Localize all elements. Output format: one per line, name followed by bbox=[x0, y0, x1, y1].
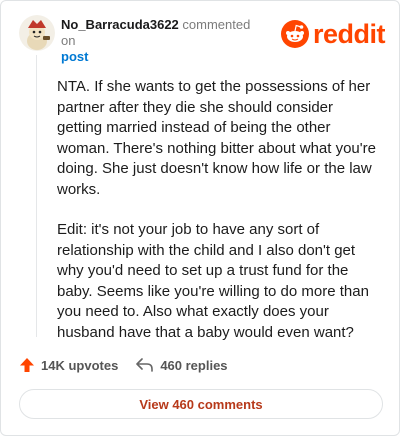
post-link[interactable]: post bbox=[61, 49, 261, 65]
comment-header: No_Barracuda3622 commented on post reddi… bbox=[19, 15, 386, 64]
comment-paragraph-2: Edit: it's not your job to have any sort… bbox=[57, 221, 369, 341]
comment-actions: 14K upvotes 460 replies bbox=[19, 355, 228, 375]
avatar[interactable] bbox=[19, 15, 55, 51]
comment-card: No_Barracuda3622 commented on post reddi… bbox=[0, 0, 400, 436]
username-link[interactable]: No_Barracuda3622 bbox=[61, 17, 179, 32]
comment-meta: No_Barracuda3622 commented on post bbox=[61, 17, 261, 65]
reply-count: 460 replies bbox=[160, 357, 228, 373]
reddit-wordmark: reddit bbox=[312, 19, 386, 49]
upvote-button[interactable]: 14K upvotes bbox=[19, 357, 118, 373]
comment-paragraph-1: NTA. If she wants to get the possessions… bbox=[57, 78, 376, 198]
view-comments-button[interactable]: View 460 comments bbox=[19, 389, 383, 419]
reddit-logo-icon bbox=[280, 20, 309, 48]
reply-button[interactable]: 460 replies bbox=[136, 357, 228, 373]
avatar-icon bbox=[19, 15, 55, 51]
reply-icon bbox=[136, 358, 154, 372]
comment-body: NTA. If she wants to get the possessions… bbox=[57, 77, 379, 343]
thread-line[interactable] bbox=[36, 55, 37, 337]
upvote-icon bbox=[20, 358, 34, 372]
reddit-logo[interactable]: reddit bbox=[280, 19, 386, 49]
upvote-count: 14K upvotes bbox=[41, 357, 119, 373]
